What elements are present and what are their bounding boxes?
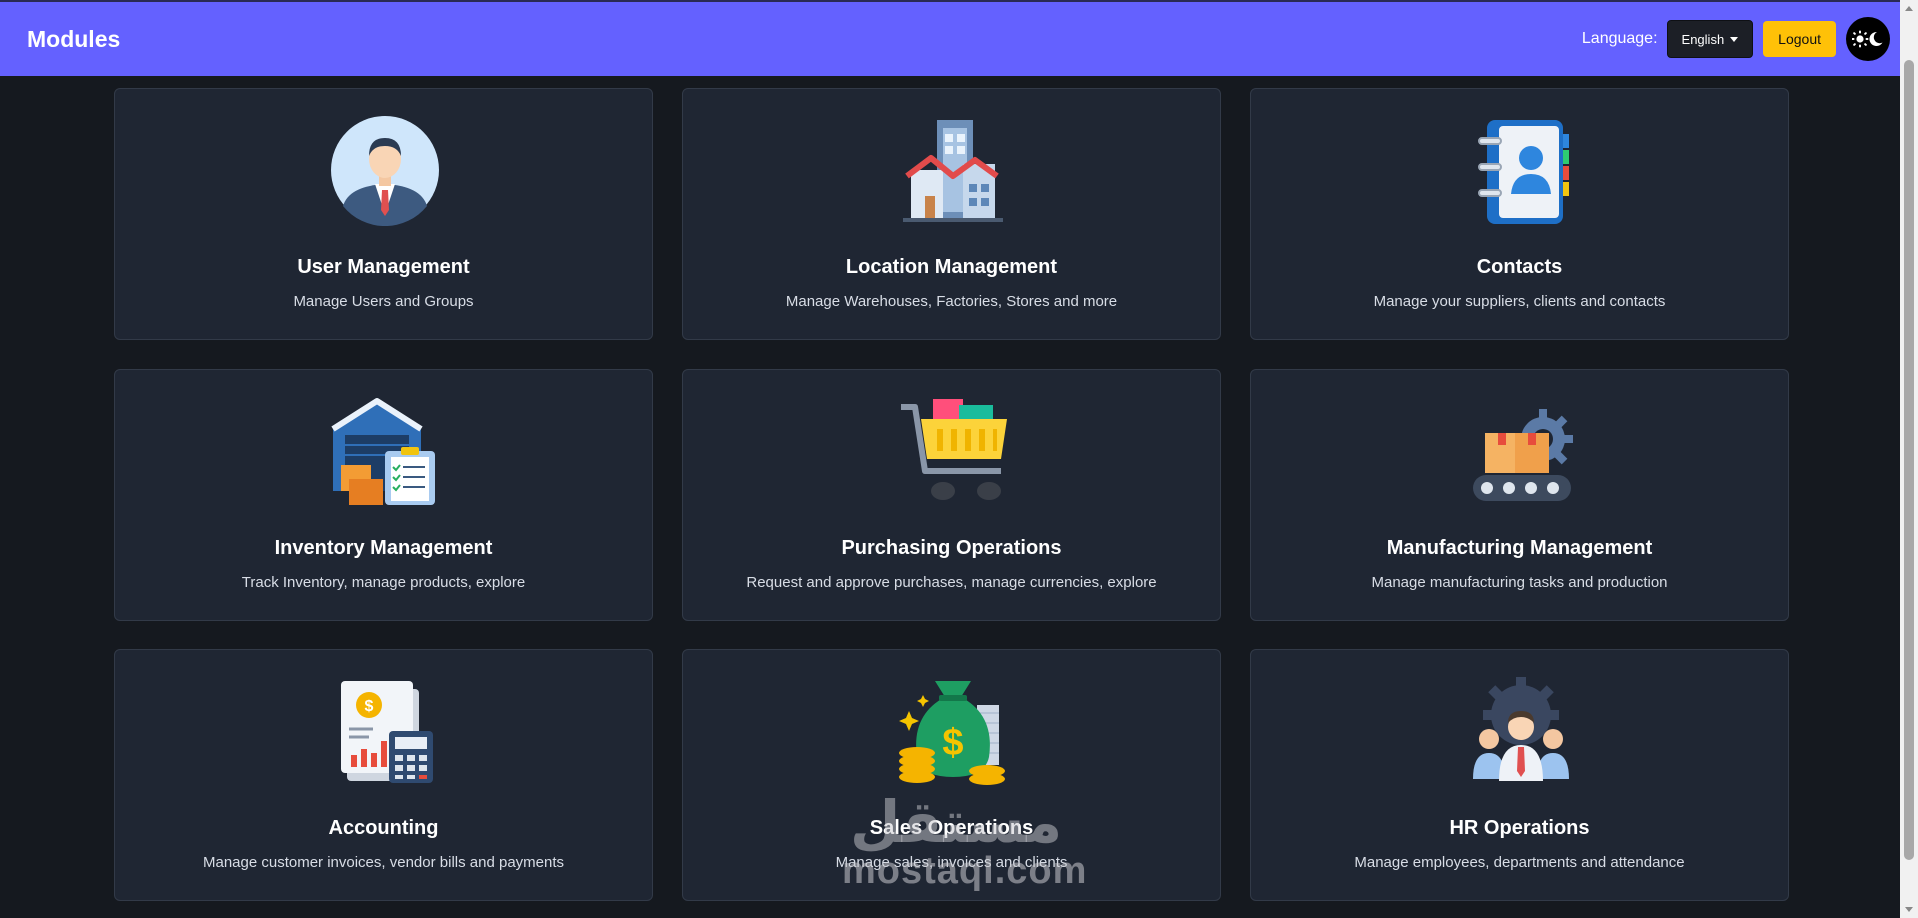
module-title: Sales Operations: [869, 817, 1034, 839]
module-title: Inventory Management: [274, 537, 493, 559]
page-title[interactable]: Modules: [27, 26, 120, 53]
module-description: Manage manufacturing tasks and productio…: [1371, 574, 1668, 591]
language-dropdown[interactable]: English: [1666, 20, 1754, 58]
module-title: Contacts: [1476, 256, 1563, 278]
module-description: Manage Warehouses, Factories, Stores and…: [785, 293, 1118, 310]
building-icon: [897, 114, 1009, 226]
module-card-location-management[interactable]: Location Management Manage Warehouses, F…: [682, 88, 1221, 340]
module-description: Manage Users and Groups: [293, 293, 474, 310]
top-navbar: Modules Language: English Logout: [0, 0, 1900, 76]
module-title: Manufacturing Management: [1386, 537, 1653, 559]
module-title: Location Management: [845, 256, 1058, 278]
module-card-contacts[interactable]: Contacts Manage your suppliers, clients …: [1250, 88, 1789, 340]
module-title: HR Operations: [1449, 817, 1590, 839]
module-description: Manage sales, invoices and clients: [835, 854, 1068, 871]
language-label: Language:: [1581, 30, 1658, 47]
module-card-purchasing-operations[interactable]: Purchasing Operations Request and approv…: [682, 369, 1221, 621]
theme-toggle-button[interactable]: [1846, 17, 1890, 61]
navbar-actions: Language: English Logout: [1582, 17, 1890, 61]
module-description: Track Inventory, manage products, explor…: [241, 574, 526, 591]
calculator-report-icon: $: [329, 675, 441, 787]
module-description: Manage customer invoices, vendor bills a…: [202, 854, 565, 871]
shopping-cart-icon: [897, 395, 1009, 507]
module-description: Manage employees, departments and attend…: [1354, 854, 1685, 871]
svg-text:$: $: [365, 698, 374, 715]
module-card-user-management[interactable]: User Management Manage Users and Groups: [114, 88, 653, 340]
scroll-down-arrow-icon[interactable]: [1905, 907, 1913, 912]
user-manager-icon: [329, 114, 441, 227]
vertical-scrollbar[interactable]: [1900, 0, 1918, 918]
module-title: User Management: [297, 256, 470, 278]
money-bag-icon: $: [897, 675, 1009, 787]
module-description: Manage your suppliers, clients and conta…: [1373, 293, 1666, 310]
chevron-down-icon: [1730, 36, 1739, 42]
scrollbar-thumb[interactable]: [1904, 60, 1914, 860]
scroll-up-arrow-icon[interactable]: [1905, 6, 1913, 11]
svg-text:$: $: [942, 722, 963, 764]
conveyor-gear-icon: [1465, 395, 1577, 507]
module-card-inventory-management[interactable]: Inventory Management Track Inventory, ma…: [114, 369, 653, 621]
sun-moon-icon: [1852, 30, 1883, 48]
warehouse-icon: [329, 395, 441, 507]
module-description: Request and approve purchases, manage cu…: [746, 574, 1157, 591]
module-card-accounting[interactable]: $ Accounting Manage customer invoices, v…: [114, 649, 653, 901]
team-gear-icon: [1465, 675, 1577, 787]
module-title: Purchasing Operations: [841, 537, 1062, 559]
language-value: English: [1681, 31, 1725, 47]
module-card-hr-operations[interactable]: HR Operations Manage employees, departme…: [1250, 649, 1789, 901]
logout-button[interactable]: Logout: [1763, 21, 1836, 57]
module-card-sales-operations[interactable]: $ Sales Operations Manage sales, invoice…: [682, 649, 1221, 901]
module-card-manufacturing-management[interactable]: Manufacturing Management Manage manufact…: [1250, 369, 1789, 621]
address-book-icon: [1465, 114, 1577, 226]
module-title: Accounting: [328, 817, 439, 839]
